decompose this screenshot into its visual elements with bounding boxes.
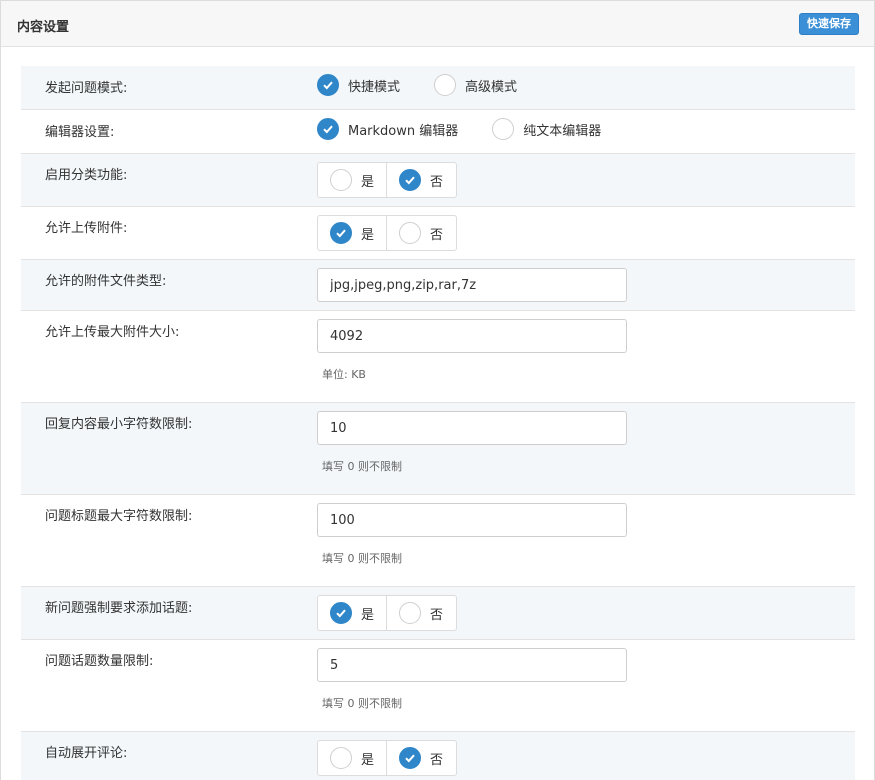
toggle-no[interactable]: 否 xyxy=(387,163,456,197)
panel-title: 内容设置 xyxy=(17,20,70,35)
content-settings-panel: 内容设置 快速保存 发起问题模式: 快捷模式 高级模式 编辑器设置: Markd… xyxy=(0,0,875,780)
quick-save-button[interactable]: 快速保存 xyxy=(799,13,859,35)
radio-empty-icon xyxy=(434,74,457,96)
toggle-yes[interactable]: 是 xyxy=(318,596,387,630)
row-category: 启用分类功能: 是 否 xyxy=(21,154,855,207)
question-mode-radios: 快捷模式 高级模式 xyxy=(317,74,551,96)
option-label: 否 xyxy=(430,174,444,190)
checkmark-icon xyxy=(317,118,339,140)
checkmark-icon xyxy=(399,169,421,191)
row-file-types: 允许的附件文件类型: xyxy=(21,260,855,311)
row-label: 问题话题数量限制: xyxy=(45,654,154,669)
title-max-input[interactable] xyxy=(317,503,627,537)
max-size-input[interactable] xyxy=(317,319,627,353)
row-label: 回复内容最小字符数限制: xyxy=(45,417,193,432)
row-topic-limit: 问题话题数量限制: 填写 0 则不限制 xyxy=(21,640,855,732)
option-label: 是 xyxy=(361,227,375,243)
row-upload: 允许上传附件: 是 否 xyxy=(21,207,855,260)
row-title-max: 问题标题最大字符数限制: 填写 0 则不限制 xyxy=(21,495,855,587)
radio-empty-icon xyxy=(399,222,421,244)
help-text: 填写 0 则不限制 xyxy=(322,552,402,565)
row-label: 允许上传最大附件大小: xyxy=(45,325,180,340)
radio-empty-icon xyxy=(330,747,352,769)
force-topic-toggle: 是 否 xyxy=(317,595,457,631)
option-label: 否 xyxy=(430,607,444,623)
radio-quick-mode[interactable]: 快捷模式 xyxy=(317,74,400,96)
toggle-no[interactable]: 否 xyxy=(387,741,456,775)
file-types-input[interactable] xyxy=(317,268,627,302)
radio-markdown-editor[interactable]: Markdown 编辑器 xyxy=(317,118,458,140)
row-label: 编辑器设置: xyxy=(45,125,115,140)
row-editor: 编辑器设置: Markdown 编辑器 纯文本编辑器 xyxy=(21,110,855,154)
row-label: 问题标题最大字符数限制: xyxy=(45,509,193,524)
option-label: 是 xyxy=(361,607,375,623)
upload-toggle: 是 否 xyxy=(317,215,457,251)
toggle-yes[interactable]: 是 xyxy=(318,741,387,775)
help-text: 填写 0 则不限制 xyxy=(322,697,402,710)
row-label: 新问题强制要求添加话题: xyxy=(45,601,193,616)
checkmark-icon xyxy=(330,602,352,624)
radio-empty-icon xyxy=(399,602,421,624)
radio-empty-icon xyxy=(330,169,352,191)
row-max-size: 允许上传最大附件大小: 单位: KB xyxy=(21,311,855,403)
toggle-yes[interactable]: 是 xyxy=(318,216,387,250)
category-toggle: 是 否 xyxy=(317,162,457,198)
help-text: 填写 0 则不限制 xyxy=(322,460,402,473)
radio-advanced-mode[interactable]: 高级模式 xyxy=(434,74,517,96)
row-force-topic: 新问题强制要求添加话题: 是 否 xyxy=(21,587,855,640)
panel-header: 内容设置 快速保存 xyxy=(1,1,874,47)
reply-min-input[interactable] xyxy=(317,411,627,445)
editor-radios: Markdown 编辑器 纯文本编辑器 xyxy=(317,118,635,140)
option-label: 否 xyxy=(430,752,444,768)
option-label: 纯文本编辑器 xyxy=(523,123,602,139)
row-auto-expand: 自动展开评论: 是 否 xyxy=(21,732,855,780)
topic-limit-input[interactable] xyxy=(317,648,627,682)
toggle-yes[interactable]: 是 xyxy=(318,163,387,197)
checkmark-icon xyxy=(317,74,339,96)
row-label: 允许的附件文件类型: xyxy=(45,274,167,289)
checkmark-icon xyxy=(399,747,421,769)
settings-list: 发起问题模式: 快捷模式 高级模式 编辑器设置: Markdown 编辑器 纯文… xyxy=(21,66,855,780)
option-label: 高级模式 xyxy=(465,79,518,95)
row-label: 自动展开评论: xyxy=(45,746,128,761)
checkmark-icon xyxy=(330,222,352,244)
option-label: 快捷模式 xyxy=(348,79,401,95)
row-label: 启用分类功能: xyxy=(45,168,128,183)
row-label: 发起问题模式: xyxy=(45,81,128,96)
radio-empty-icon xyxy=(492,118,515,140)
toggle-no[interactable]: 否 xyxy=(387,596,456,630)
option-label: Markdown 编辑器 xyxy=(348,123,459,139)
row-question-mode: 发起问题模式: 快捷模式 高级模式 xyxy=(21,66,855,110)
option-label: 是 xyxy=(361,174,375,190)
toggle-no[interactable]: 否 xyxy=(387,216,456,250)
auto-expand-toggle: 是 否 xyxy=(317,740,457,776)
option-label: 否 xyxy=(430,227,444,243)
row-reply-min: 回复内容最小字符数限制: 填写 0 则不限制 xyxy=(21,403,855,495)
radio-plain-text-editor[interactable]: 纯文本编辑器 xyxy=(492,118,601,140)
row-label: 允许上传附件: xyxy=(45,221,128,236)
help-text: 单位: KB xyxy=(322,368,366,381)
option-label: 是 xyxy=(361,752,375,768)
